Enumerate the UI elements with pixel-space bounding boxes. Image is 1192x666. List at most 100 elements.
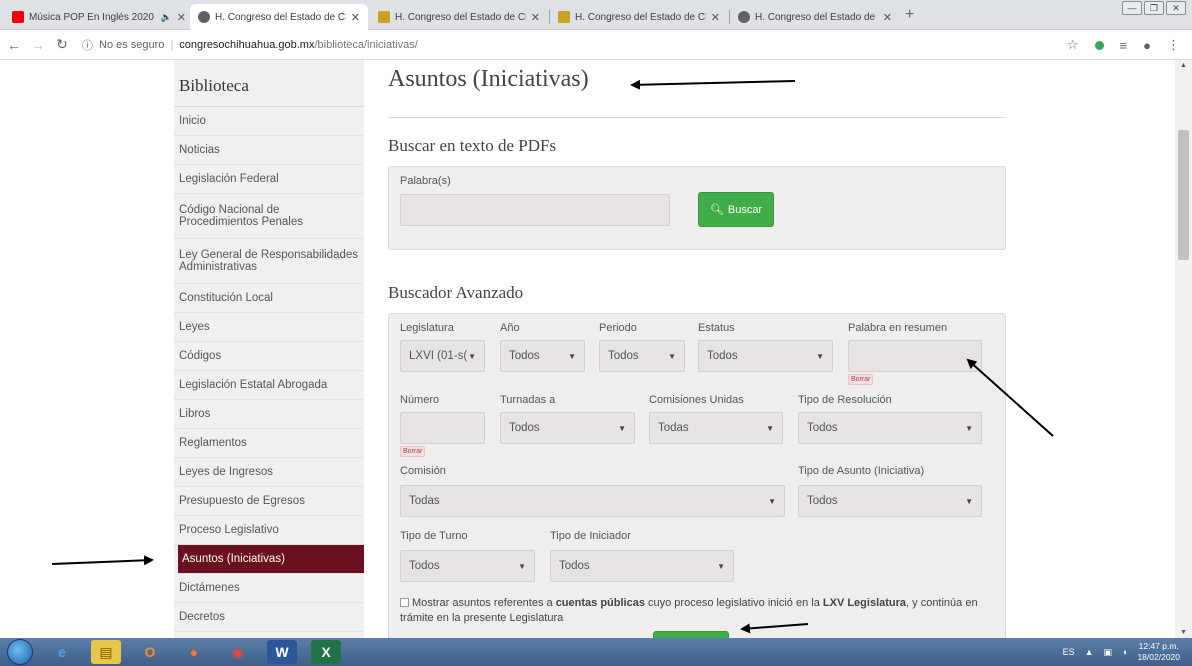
sidebar-item[interactable]: Presupuesto de Egresos (174, 487, 364, 516)
year-select[interactable]: Todos ▼ (500, 340, 585, 372)
sidebar-item[interactable]: Inicio (174, 107, 364, 136)
close-tab-icon[interactable]: ✕ (177, 11, 186, 24)
browser-tab[interactable]: H. Congreso del Estado de Chihu ✕ (730, 4, 900, 30)
sidebar-item[interactable]: Código Nacional de Procedimientos Penale… (174, 194, 364, 239)
info-icon[interactable]: ⓘ (82, 37, 93, 53)
chevron-down-icon: ▼ (568, 351, 576, 361)
url-host: congresochihuahua.gob.mx (179, 38, 315, 51)
file-explorer-icon[interactable]: ▤ (91, 640, 121, 664)
sidebar-item[interactable]: Legislación Estatal Abrogada (174, 371, 364, 400)
summary-keyword-label: Palabra en resumen (848, 322, 948, 334)
checkbox-text-bold1: cuentas públicas (555, 597, 645, 609)
reload-icon[interactable]: ↻ (52, 36, 72, 53)
close-tab-icon[interactable]: ✕ (883, 11, 892, 24)
clear-summary-button[interactable]: Borrar (848, 374, 874, 385)
os-taskbar: e ▤ O ● ◉ W X ES ▲ ▣ ◖ 12:47 p.m. 18/02/… (0, 638, 1192, 666)
initiator-type-select[interactable]: Todos ▼ (550, 550, 734, 582)
language-indicator[interactable]: ES (1063, 647, 1075, 657)
start-button[interactable] (7, 639, 33, 665)
sidebar-item[interactable]: Códigos (174, 342, 364, 371)
clear-number-button[interactable]: Borrar (400, 446, 426, 457)
sidebar-item[interactable]: Libros (174, 400, 364, 429)
chrome-icon[interactable]: ◉ (223, 640, 253, 664)
url-field[interactable]: ⓘ No es seguro | congresochihuahua.gob.m… (82, 37, 418, 53)
reading-list-icon[interactable]: ≡ (1120, 38, 1128, 53)
status-select[interactable]: Todos ▼ (698, 340, 833, 372)
speaker-icon[interactable]: 🔈 (161, 12, 172, 23)
close-tab-icon[interactable]: ✕ (351, 11, 360, 24)
volume-icon[interactable]: ◖ (1122, 647, 1127, 657)
maximize-icon[interactable]: ❐ (1144, 1, 1164, 15)
globe-icon (198, 11, 210, 23)
sidebar-item[interactable]: Proceso Legislativo (174, 516, 364, 545)
menu-icon[interactable]: ⋮ (1167, 37, 1180, 53)
scroll-up-icon[interactable]: ▲ (1180, 62, 1187, 69)
joint-committees-select[interactable]: Todas ▼ (649, 412, 783, 444)
window-controls: — ❐ ✕ (1122, 1, 1186, 15)
globe-icon (738, 11, 750, 23)
sidebar-item[interactable]: Dictámenes (174, 574, 364, 603)
sidebar-item[interactable]: Reglamentos (174, 429, 364, 458)
chevron-down-icon: ▼ (518, 561, 526, 571)
sidebar-item[interactable]: Leyes (174, 313, 364, 342)
outlook-icon[interactable]: O (135, 640, 165, 664)
sidebar-item[interactable]: Leyes de Ingresos (174, 458, 364, 487)
browser-tab[interactable]: H. Congreso del Estado de Chihu ✕ (370, 4, 548, 30)
sidebar-item[interactable]: Noticias (174, 136, 364, 165)
number-input[interactable] (400, 412, 485, 444)
turn-type-select[interactable]: Todos ▼ (400, 550, 535, 582)
search-button[interactable]: 🔍︎ Buscar (698, 192, 774, 227)
profile-icon[interactable]: ● (1143, 38, 1151, 53)
legislatura-select[interactable]: LXVI (01-s(▼ (400, 340, 485, 372)
firefox-icon[interactable]: ● (179, 640, 209, 664)
excel-icon[interactable]: X (311, 640, 341, 664)
sidebar-item[interactable]: Legislación Federal (174, 165, 364, 194)
submit-advanced-search-button[interactable] (653, 631, 729, 638)
back-icon[interactable]: ← (4, 37, 24, 53)
clock-time: 12:47 p.m. (1138, 641, 1179, 651)
sidebar-item[interactable]: Ley General de Responsabilidades Adminis… (174, 239, 364, 284)
chevron-down-icon: ▼ (668, 351, 676, 361)
period-select[interactable]: Todos ▼ (599, 340, 685, 372)
sidebar-item-active[interactable]: Asuntos (Iniciativas) (178, 545, 364, 574)
sidebar-item[interactable]: Decretos (174, 603, 364, 632)
tray-expand-icon[interactable]: ▲ (1085, 647, 1094, 657)
close-tab-icon[interactable]: ✕ (531, 11, 540, 24)
assigned-to-select[interactable]: Todos ▼ (500, 412, 635, 444)
browser-tab[interactable]: Música POP En Inglés 2020 - 🔈 ✕ (4, 4, 194, 30)
matter-type-select[interactable]: Todos ▼ (798, 485, 982, 517)
keywords-input[interactable] (400, 194, 670, 226)
scroll-down-icon[interactable]: ▼ (1180, 629, 1187, 636)
public-accounts-checkbox[interactable] (400, 598, 409, 607)
congress-logo-icon (378, 11, 390, 23)
sidebar-item[interactable]: Constitución Local (174, 284, 364, 313)
search-icon: 🔍︎ (709, 204, 724, 216)
checkbox-text-prefix: Mostrar asuntos referentes a (412, 597, 556, 609)
minimize-icon[interactable]: — (1122, 1, 1142, 15)
extension-icon[interactable] (1094, 40, 1104, 50)
internet-explorer-icon[interactable]: e (47, 640, 77, 664)
forward-icon[interactable]: → (28, 37, 48, 53)
network-icon[interactable]: ▣ (1104, 647, 1113, 658)
joint-committees-value: Todas (658, 422, 689, 434)
congress-logo-icon (558, 11, 570, 23)
matter-type-value: Todos (807, 495, 838, 507)
clock[interactable]: 12:47 p.m. 18/02/2020 (1137, 641, 1180, 663)
chevron-down-icon: ▼ (766, 423, 774, 433)
bookmark-star-icon[interactable]: ☆ (1067, 37, 1079, 53)
summary-keyword-input[interactable] (848, 340, 982, 372)
chevron-down-icon: ▼ (768, 496, 776, 506)
public-accounts-option: Mostrar asuntos referentes a cuentas púb… (400, 596, 990, 626)
browser-tab[interactable]: H. Congreso del Estado de Chihu ✕ (550, 4, 728, 30)
word-icon[interactable]: W (267, 640, 297, 664)
close-tab-icon[interactable]: ✕ (711, 11, 720, 24)
browser-tab-active[interactable]: H. Congreso del Estado de Chihu ✕ (190, 4, 368, 30)
close-window-icon[interactable]: ✕ (1166, 1, 1186, 15)
scrollbar-thumb[interactable] (1178, 130, 1189, 260)
committee-select[interactable]: Todas ▼ (400, 485, 785, 517)
checkbox-text-middle: cuyo proceso legislativo inició en la (644, 597, 823, 609)
page-viewport: Biblioteca Inicio Noticias Legislación Fed… (0, 60, 1192, 638)
new-tab-icon[interactable]: + (905, 6, 914, 24)
page-scrollbar[interactable]: ▲ ▼ (1175, 60, 1192, 638)
resolution-type-select[interactable]: Todos ▼ (798, 412, 982, 444)
